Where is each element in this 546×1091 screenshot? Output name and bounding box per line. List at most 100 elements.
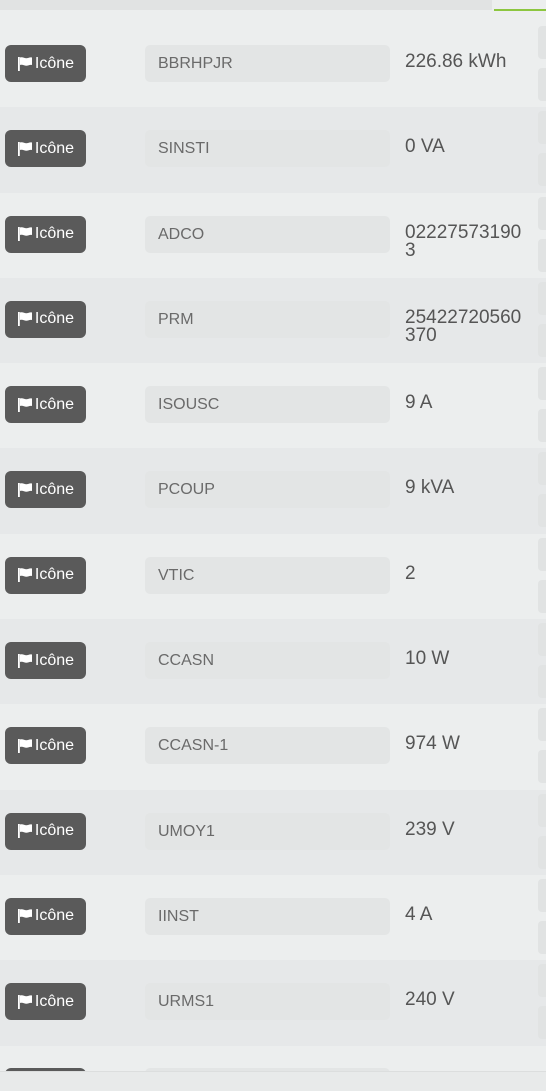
- icon-button-label: Icône: [34, 310, 75, 328]
- right-control[interactable]: [538, 793, 546, 827]
- right-control[interactable]: [538, 665, 546, 699]
- icon-button[interactable]: Icône: [5, 130, 86, 168]
- right-control[interactable]: [538, 367, 546, 401]
- icon-button[interactable]: Icône: [5, 812, 86, 850]
- value-text: 9 A: [405, 392, 433, 414]
- value-text: 10 W: [405, 648, 450, 670]
- name-field[interactable]: URMS1: [145, 983, 390, 1021]
- value-text: 25422720560370: [405, 306, 522, 346]
- icon-button-label: Icône: [34, 992, 75, 1010]
- flag-icon: [17, 397, 32, 412]
- previous-row-edge: [0, 0, 492, 10]
- right-control[interactable]: [538, 323, 546, 357]
- right-control[interactable]: [538, 920, 546, 954]
- icon-button[interactable]: Icône: [5, 642, 86, 680]
- flag-icon: [17, 653, 32, 668]
- list-item: Icône VTIC 2: [0, 533, 546, 620]
- icon-button[interactable]: Icône: [5, 556, 86, 594]
- right-control[interactable]: [538, 537, 546, 571]
- name-field[interactable]: UMOY1: [145, 812, 390, 850]
- flag-icon: [17, 568, 32, 583]
- flag-icon: [17, 56, 32, 71]
- list-item: Icône CCASN 10 W: [0, 619, 546, 705]
- right-control[interactable]: [538, 878, 546, 912]
- right-control[interactable]: [538, 153, 546, 187]
- name-field[interactable]: PCOUP: [145, 471, 390, 509]
- list-item: Icône CCASN-1 974 W: [0, 704, 546, 790]
- icon-button-label: Icône: [34, 566, 75, 584]
- icon-button-label: Icône: [34, 736, 75, 754]
- icon-button[interactable]: Icône: [5, 727, 86, 765]
- accent-underline: [494, 9, 546, 11]
- icon-button-label: Icône: [34, 822, 75, 840]
- name-field[interactable]: VTIC: [145, 556, 390, 594]
- right-control[interactable]: [538, 238, 546, 272]
- icon-button-label: Icône: [34, 480, 75, 498]
- list-item: Icône ADCO 022275731903: [0, 192, 546, 278]
- value-text: 240 V: [405, 989, 455, 1011]
- icon-button-label: Icône: [34, 139, 75, 157]
- flag-icon: [17, 738, 32, 753]
- value-text: 2: [405, 562, 416, 584]
- icon-button[interactable]: Icône: [5, 386, 86, 424]
- right-control[interactable]: [538, 68, 546, 101]
- flag-icon: [17, 824, 32, 839]
- list-item: Icône SINSTI 0 VA: [0, 107, 546, 193]
- value-text: 239 V: [405, 818, 455, 840]
- icon-button[interactable]: Icône: [5, 897, 86, 935]
- flag-icon: [17, 994, 32, 1009]
- value-text: 0 VA: [405, 136, 445, 158]
- icon-button[interactable]: Icône: [5, 215, 86, 253]
- name-field[interactable]: IINST: [145, 897, 390, 935]
- right-control[interactable]: [538, 1006, 546, 1040]
- bottom-bar: [0, 1071, 546, 1091]
- value-text: 9 kVA: [405, 477, 455, 499]
- flag-icon: [17, 141, 32, 156]
- right-control[interactable]: [538, 111, 546, 145]
- name-field[interactable]: ADCO: [145, 215, 390, 253]
- right-control[interactable]: [538, 964, 546, 998]
- right-control[interactable]: [538, 835, 546, 869]
- flag-icon: [17, 227, 32, 242]
- name-field[interactable]: SINSTI: [145, 130, 390, 168]
- list-item: Icône BBRHPJR 226.86 kWh: [0, 22, 546, 108]
- icon-button-label: Icône: [34, 395, 75, 413]
- icon-button-label: Icône: [34, 54, 75, 72]
- list-item: Icône PRM 25422720560370: [0, 277, 546, 364]
- right-control[interactable]: [538, 750, 546, 784]
- right-control[interactable]: [538, 281, 546, 315]
- right-control[interactable]: [538, 708, 546, 742]
- name-field[interactable]: PRM: [145, 300, 390, 338]
- right-control[interactable]: [538, 26, 546, 59]
- right-control[interactable]: [538, 196, 546, 230]
- flag-icon: [17, 909, 32, 924]
- list-item: Icône URMS1 240 V: [0, 960, 546, 1046]
- right-control[interactable]: [538, 452, 546, 486]
- icon-button-label: Icône: [34, 907, 75, 925]
- top-strip: [0, 0, 546, 22]
- name-field[interactable]: CCASN: [145, 642, 390, 680]
- flag-icon: [17, 482, 32, 497]
- name-field[interactable]: ISOUSC: [145, 386, 390, 424]
- icon-button[interactable]: Icône: [5, 300, 86, 338]
- right-control[interactable]: [538, 579, 546, 613]
- name-field[interactable]: BBRHPJR: [145, 45, 390, 82]
- name-field[interactable]: CCASN-1: [145, 727, 390, 765]
- right-control[interactable]: [538, 494, 546, 528]
- right-control[interactable]: [538, 409, 546, 443]
- icon-button[interactable]: Icône: [5, 983, 86, 1021]
- list-item: Icône PCOUP 9 kVA: [0, 448, 546, 534]
- icon-button[interactable]: Icône: [5, 471, 86, 509]
- list-item: Icône IINST 4 A: [0, 874, 546, 961]
- info-list: Icône BBRHPJR 226.86 kWh Icône SINSTI 0 …: [0, 22, 546, 1046]
- value-text: 226.86 kWh: [405, 51, 507, 72]
- value-text: 022275731903: [405, 221, 522, 261]
- page: Icône BBRHPJR 226.86 kWh Icône SINSTI 0 …: [0, 0, 546, 1091]
- list-item: Icône UMOY1 239 V: [0, 789, 546, 875]
- icon-button[interactable]: Icône: [5, 45, 86, 82]
- icon-button-label: Icône: [34, 225, 75, 243]
- flag-icon: [17, 312, 32, 327]
- right-control[interactable]: [538, 623, 546, 657]
- list-item: Icône ISOUSC 9 A: [0, 363, 546, 449]
- icon-button-label: Icône: [34, 651, 75, 669]
